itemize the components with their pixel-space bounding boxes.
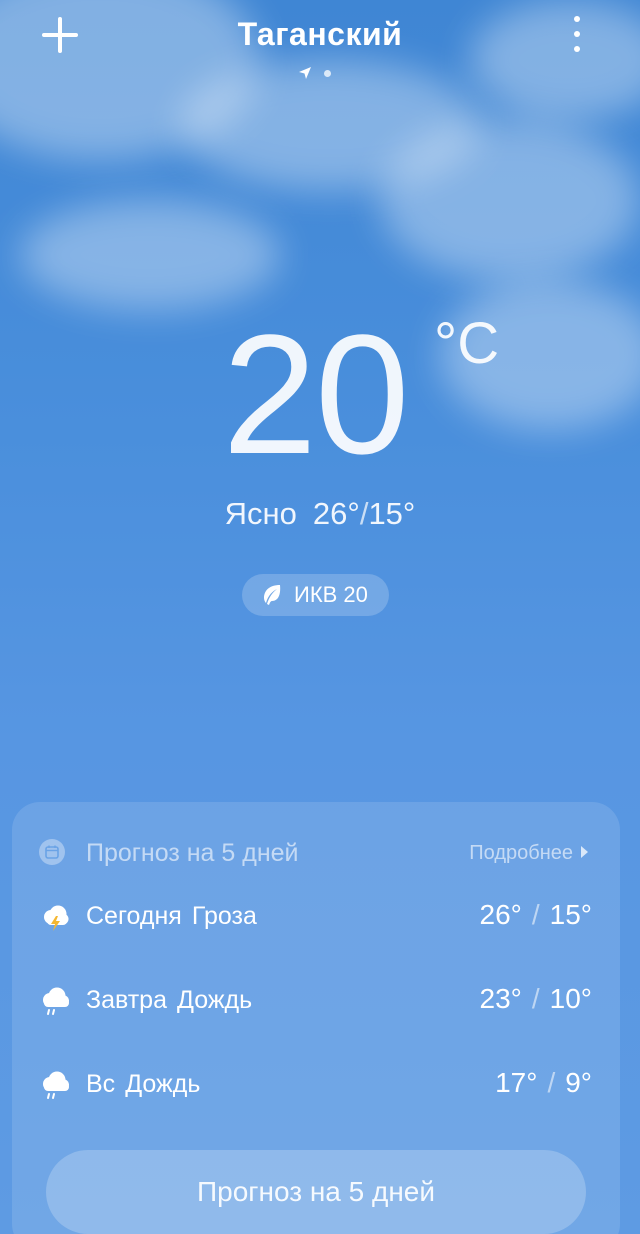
forecast-title: Прогноз на 5 дней (86, 839, 299, 867)
rain-icon (43, 1071, 69, 1099)
top-bar: Таганский (0, 0, 640, 90)
forecast-day-temps: 23°/10° (479, 983, 592, 1014)
temperature-unit: °C (434, 311, 500, 376)
day-low: 10° (549, 983, 592, 1014)
forecast-row[interactable]: Завтра Дождь 23°/10° (12, 978, 620, 1022)
today-high: 26° (312, 496, 360, 531)
day-condition: Дождь (125, 1070, 201, 1098)
day-high: 26° (479, 899, 522, 930)
forecast-row[interactable]: Сегодня Гроза 26°/15° (12, 894, 620, 938)
thunderstorm-icon (44, 905, 69, 931)
page-indicator (296, 66, 344, 82)
forecast-day-label: Вс Дождь (86, 1068, 200, 1100)
calendar-icon (39, 839, 65, 865)
day-condition: Дождь (177, 986, 253, 1014)
day-low: 9° (565, 1067, 592, 1098)
forecast-header: Прогноз на 5 дней Подробнее (12, 832, 620, 872)
forecast-day-temps: 26°/15° (479, 899, 592, 930)
condition-text: Ясно (224, 496, 297, 531)
day-high: 23° (479, 983, 522, 1014)
aqi-badge[interactable]: ИКВ 20 (242, 574, 389, 616)
forecast-day-label: Сегодня Гроза (86, 900, 257, 932)
day-high: 17° (495, 1067, 538, 1098)
aqi-label: ИКВ 20 (294, 582, 368, 607)
forecast-day-temps: 17°/9° (495, 1067, 592, 1098)
day-low: 15° (549, 899, 592, 930)
day-condition: Гроза (191, 902, 257, 930)
more-vertical-icon (574, 16, 580, 22)
page-dot (324, 70, 331, 77)
day-name: Завтра (86, 986, 167, 1014)
forecast-day-label: Завтра Дождь (86, 984, 252, 1016)
details-link[interactable]: Подробнее (469, 840, 588, 866)
chevron-right-icon (581, 846, 588, 858)
five-day-forecast-button[interactable]: Прогноз на 5 дней (46, 1150, 586, 1234)
leaf-icon (264, 585, 281, 605)
today-low: 15° (368, 496, 416, 531)
current-temperature-block: 20 °C (0, 300, 640, 490)
condition-line: Ясно 26°/15° (224, 496, 416, 531)
details-link-label: Подробнее (469, 842, 573, 864)
current-temperature: 20 (222, 300, 409, 490)
rain-icon (43, 987, 69, 1015)
forecast-row[interactable]: Вс Дождь 17°/9° (12, 1062, 620, 1106)
more-options-button[interactable] (562, 16, 592, 52)
day-name: Вс (86, 1070, 116, 1098)
city-name: Таганский (237, 16, 403, 52)
location-arrow-icon (299, 67, 311, 79)
day-name: Сегодня (86, 902, 182, 930)
